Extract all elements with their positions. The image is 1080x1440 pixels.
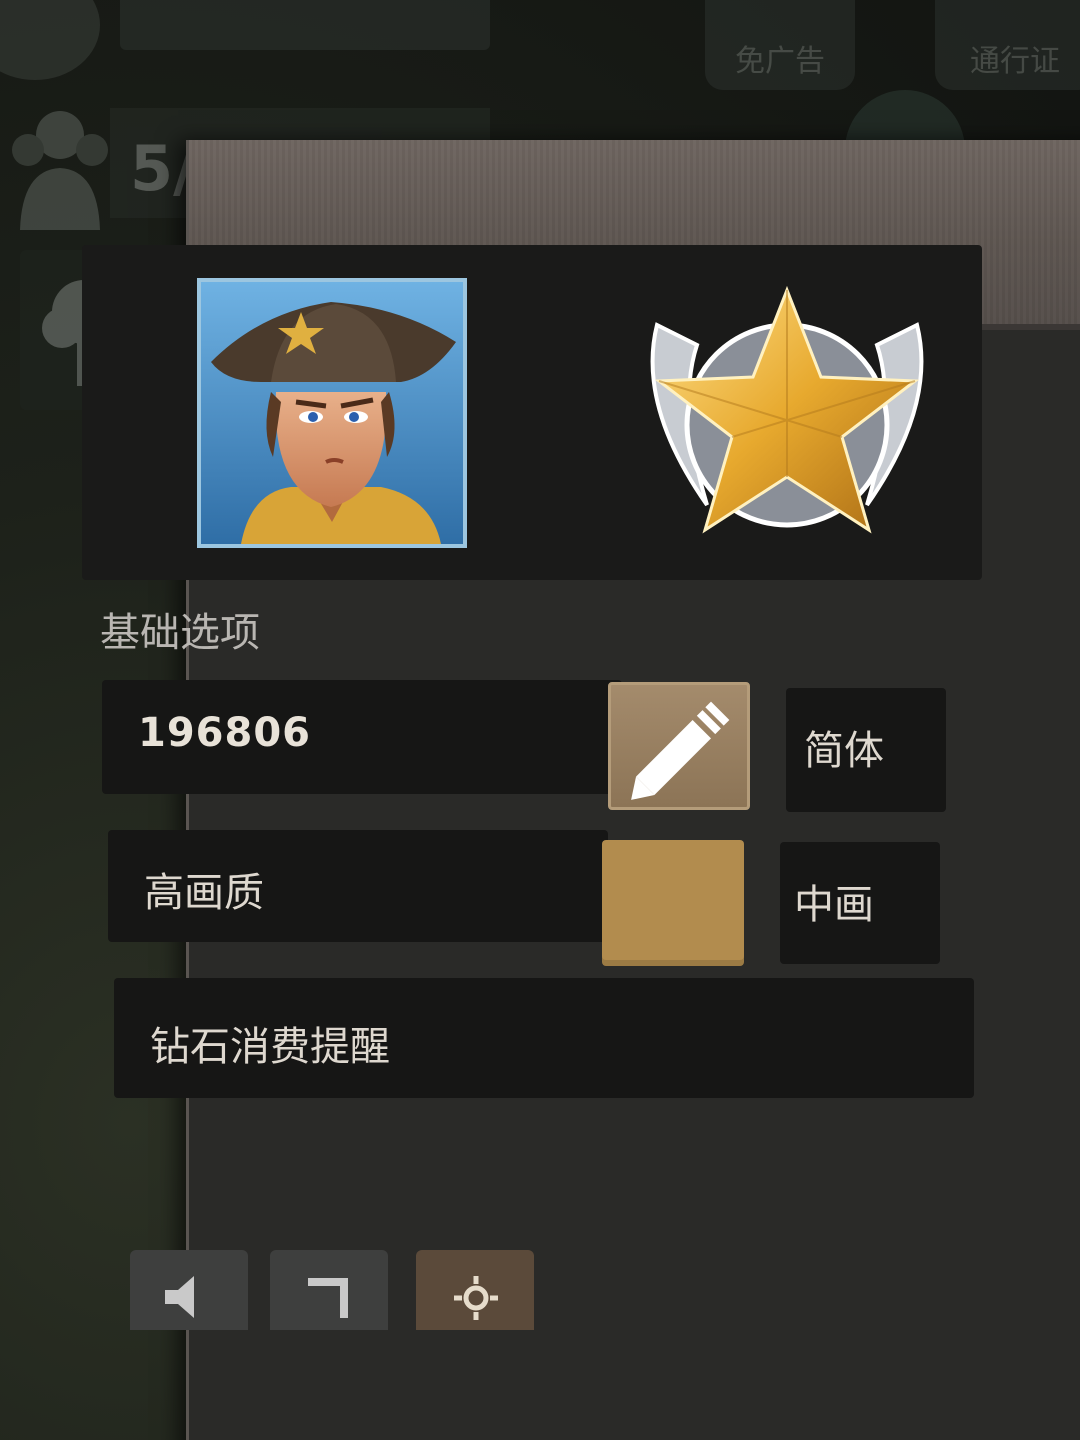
medium-quality-label: 中画 [794,882,874,928]
diamond-reminder-label: 钻石消费提醒 [150,1024,390,1070]
section-title: 基础选项 [100,610,260,656]
music-icon [308,1278,348,1318]
sound-icon [165,1276,194,1318]
pass-button[interactable]: 通行证 [935,0,1080,90]
pass-label: 通行证 [970,44,1060,79]
diamond-reminder-row[interactable]: 钻石消费提醒 [114,978,974,1098]
pencil-icon [631,701,730,800]
people-icon [12,111,108,230]
high-quality-label: 高画质 [144,870,264,916]
high-quality-toggle[interactable] [602,840,744,966]
edit-name-button[interactable] [608,682,750,810]
language-value: 简体 [804,728,884,774]
profile-card [82,245,982,580]
settings-button[interactable] [416,1250,534,1330]
settings-icon [454,1276,498,1320]
resource-bar [120,0,490,50]
player-avatar[interactable] [197,278,467,548]
player-id-row: 196806 [102,680,622,794]
winged-star-rank-icon [650,285,924,534]
player-id-value: 196806 [138,710,311,756]
music-button[interactable] [270,1250,388,1330]
high-quality-row[interactable]: 高画质 [108,830,608,942]
game-screen: 5/100 免广告 通行证 [0,0,1080,1440]
ad-free-button[interactable]: 免广告 [705,0,855,90]
sound-button[interactable] [130,1250,248,1330]
ad-free-label: 免广告 [735,44,825,79]
language-select[interactable]: 简体 [786,688,946,812]
medium-quality-option[interactable]: 中画 [780,842,940,964]
sheriff-avatar-icon [201,282,463,544]
player-level-badge[interactable] [0,0,100,80]
